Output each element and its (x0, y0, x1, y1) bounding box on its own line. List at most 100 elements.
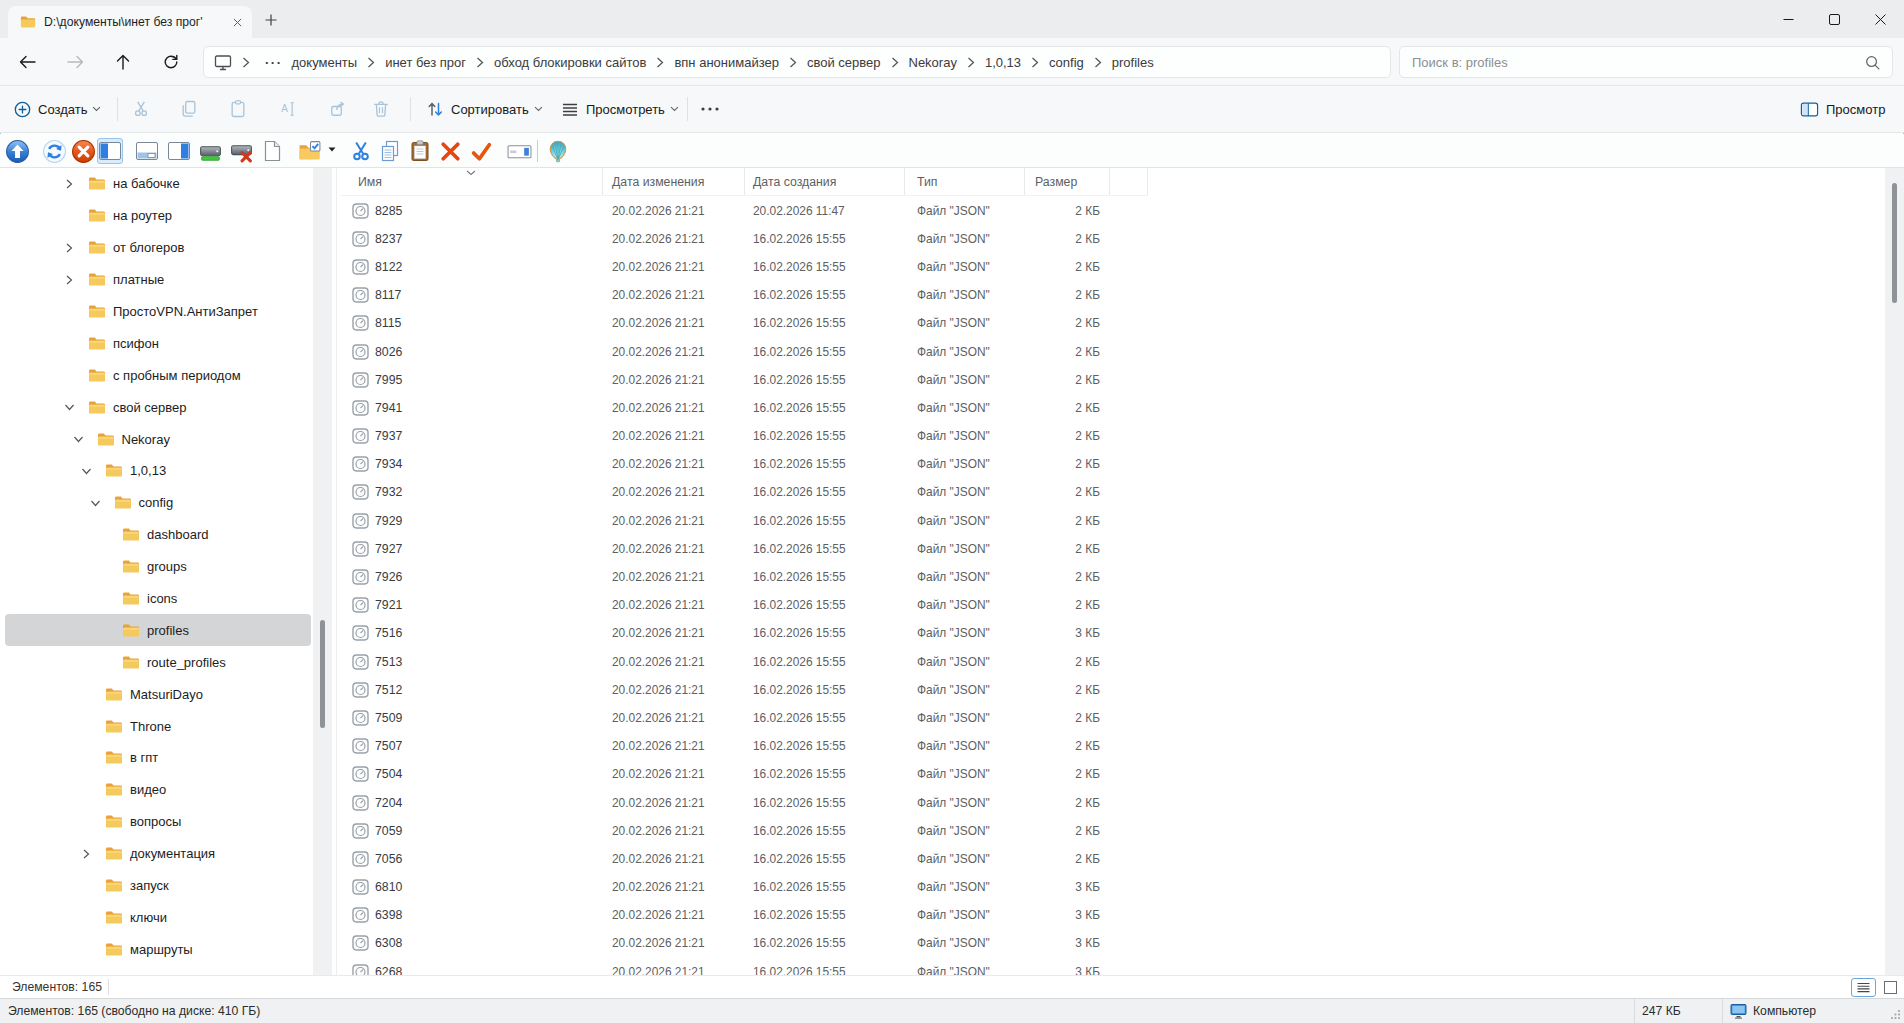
file-row[interactable]: 792920.02.2026 21:2116.02.2026 15:55Файл… (340, 507, 1110, 535)
file-row[interactable]: 750420.02.2026 21:2116.02.2026 15:55Файл… (340, 760, 1110, 788)
sidebar-scrollbar-thumb[interactable] (320, 620, 325, 728)
paste-icon[interactable] (228, 99, 248, 119)
refresh-button[interactable] (155, 46, 187, 78)
file-row[interactable]: 705920.02.2026 21:2116.02.2026 15:55Файл… (340, 817, 1110, 845)
this-pc-icon[interactable] (214, 54, 232, 71)
breadcrumb-item[interactable]: документы (290, 55, 360, 70)
tree-item-1-0-13[interactable]: 1,0,13 (5, 455, 311, 487)
tree-item-profiles[interactable]: profiles (5, 614, 311, 646)
tree-item-запуск[interactable]: запуск (5, 870, 311, 902)
tree-item-документация[interactable]: документация (5, 838, 311, 870)
more-options-button[interactable] (699, 86, 721, 132)
cut-icon[interactable] (131, 99, 151, 119)
file-row[interactable]: 811520.02.2026 21:2116.02.2026 15:55Файл… (340, 309, 1110, 337)
file-row[interactable]: 793720.02.2026 21:2116.02.2026 15:55Файл… (340, 422, 1110, 450)
drive-disconnect-icon[interactable] (228, 138, 254, 164)
delete-icon[interactable] (437, 138, 463, 164)
minimize-button[interactable] (1765, 1, 1811, 38)
file-row[interactable]: 720420.02.2026 21:2116.02.2026 15:55Файл… (340, 788, 1110, 816)
tree-item-dashboard[interactable]: dashboard (5, 519, 311, 551)
column-header-2[interactable]: Дата создания (745, 168, 905, 195)
file-row[interactable]: 792720.02.2026 21:2116.02.2026 15:55Файл… (340, 535, 1110, 563)
tree-item-вопросы[interactable]: вопросы (5, 806, 311, 838)
drive-connect-icon[interactable] (197, 138, 223, 164)
chevron-right-icon[interactable] (62, 177, 76, 191)
new-tab-button[interactable] (260, 9, 282, 31)
chevron-down-icon[interactable] (79, 464, 93, 478)
file-row[interactable]: 793420.02.2026 21:2116.02.2026 15:55Файл… (340, 450, 1110, 478)
tree-item-в-гпт[interactable]: в гпт (5, 742, 311, 774)
file-row[interactable]: 751320.02.2026 21:2116.02.2026 15:55Файл… (340, 648, 1110, 676)
shell-icon[interactable] (545, 138, 571, 164)
tree-item-Nekoray[interactable]: Nekoray (5, 423, 311, 455)
tree-item-свой-сервер[interactable]: свой сервер (5, 391, 311, 423)
refresh-icon[interactable] (41, 138, 67, 164)
file-row[interactable]: 630820.02.2026 21:2116.02.2026 15:55Файл… (340, 929, 1110, 957)
panel-left-icon[interactable] (97, 138, 123, 164)
back-button[interactable] (11, 46, 43, 78)
tree-item-groups[interactable]: groups (5, 551, 311, 583)
chevron-right-icon[interactable] (62, 273, 76, 287)
close-button[interactable] (1857, 1, 1903, 38)
tree-item-на-роутер[interactable]: на роутер (5, 200, 311, 232)
file-row[interactable]: 811720.02.2026 21:2116.02.2026 15:55Файл… (340, 281, 1110, 309)
preview-button[interactable]: Просмотр (1800, 86, 1890, 132)
search-input[interactable]: Поиск в: profiles (1399, 46, 1893, 78)
tree-item-маршруты[interactable]: маршруты (5, 933, 311, 965)
breadcrumb-item[interactable]: свой сервер (805, 55, 883, 70)
file-row[interactable]: 793220.02.2026 21:2116.02.2026 15:55Файл… (340, 478, 1110, 506)
file-row[interactable]: 639820.02.2026 21:2116.02.2026 15:55Файл… (340, 901, 1110, 929)
file-row[interactable]: 681020.02.2026 21:2116.02.2026 15:55Файл… (340, 873, 1110, 901)
file-row[interactable]: 812220.02.2026 21:2116.02.2026 15:55Файл… (340, 253, 1110, 281)
copy-icon[interactable] (179, 99, 199, 119)
cut-icon[interactable] (348, 138, 374, 164)
file-row[interactable]: 750720.02.2026 21:2116.02.2026 15:55Файл… (340, 732, 1110, 760)
tree-item-icons[interactable]: icons (5, 583, 311, 615)
chevron-right-icon[interactable] (79, 847, 93, 861)
details-view-button[interactable] (1851, 978, 1876, 997)
breadcrumb-item[interactable]: config (1047, 55, 1086, 70)
folder-checkbox-icon[interactable] (296, 138, 322, 164)
file-row[interactable]: 750920.02.2026 21:2116.02.2026 15:55Файл… (340, 704, 1110, 732)
file-row[interactable]: 799520.02.2026 21:2116.02.2026 15:55Файл… (340, 366, 1110, 394)
tree-item-config[interactable]: config (5, 487, 311, 519)
breadcrumb-item[interactable]: инет без прог (383, 55, 468, 70)
breadcrumb-item[interactable]: profiles (1110, 55, 1156, 70)
delete-icon[interactable] (371, 99, 391, 119)
tree-item-видео[interactable]: видео (5, 774, 311, 806)
tree-item-ключи[interactable]: ключи (5, 901, 311, 933)
list-scrollbar-thumb[interactable] (1892, 183, 1897, 303)
paste-icon[interactable] (407, 138, 433, 164)
tree-item-MatsuriDayo[interactable]: MatsuriDayo (5, 678, 311, 710)
column-header-4[interactable]: Размер (1025, 168, 1110, 195)
tree-item-от-блогеров[interactable]: от блогеров (5, 232, 311, 264)
breadcrumb-item[interactable]: впн анонимайзер (672, 55, 781, 70)
share-icon[interactable] (328, 99, 348, 119)
file-row[interactable]: 626820.02.2026 21:2116.02.2026 15:55Файл… (340, 958, 1110, 975)
tree-item-с-пробным-периодом[interactable]: с пробным периодом (5, 359, 311, 391)
create-button[interactable]: Создать (14, 86, 101, 132)
explorer-tab[interactable]: D:\документы\инет без прог' (8, 6, 252, 38)
file-row[interactable]: 792620.02.2026 21:2116.02.2026 15:55Файл… (340, 563, 1110, 591)
tree-item-платные[interactable]: платные (5, 264, 311, 296)
file-row[interactable]: 751620.02.2026 21:2116.02.2026 15:55Файл… (340, 619, 1110, 647)
address-item-icon[interactable] (506, 138, 532, 164)
view-button[interactable]: Просмотреть (561, 86, 679, 132)
tree-item-на-бабочке[interactable]: на бабочке (5, 168, 311, 200)
tab-close-icon[interactable] (228, 13, 246, 31)
chevron-down-icon[interactable] (62, 400, 76, 414)
icons-view-button[interactable] (1879, 978, 1902, 997)
tree-item-псифон[interactable]: псифон (5, 327, 311, 359)
file-row[interactable]: 705620.02.2026 21:2116.02.2026 15:55Файл… (340, 845, 1110, 873)
chevron-right-icon[interactable] (62, 241, 76, 255)
resize-grip[interactable] (1890, 1009, 1901, 1020)
stop-icon[interactable] (70, 138, 96, 164)
tree-item-Throne[interactable]: Throne (5, 710, 311, 742)
chevron-down-icon[interactable] (88, 496, 102, 510)
address-bar[interactable]: ··· документыинет без прогобход блокиров… (203, 46, 1391, 78)
file-row[interactable]: 751220.02.2026 21:2116.02.2026 15:55Файл… (340, 676, 1110, 704)
panel-bottom-icon[interactable] (134, 138, 160, 164)
sidebar-scrollbar[interactable] (313, 168, 332, 975)
up-icon[interactable] (4, 138, 30, 164)
up-button[interactable] (107, 46, 139, 78)
